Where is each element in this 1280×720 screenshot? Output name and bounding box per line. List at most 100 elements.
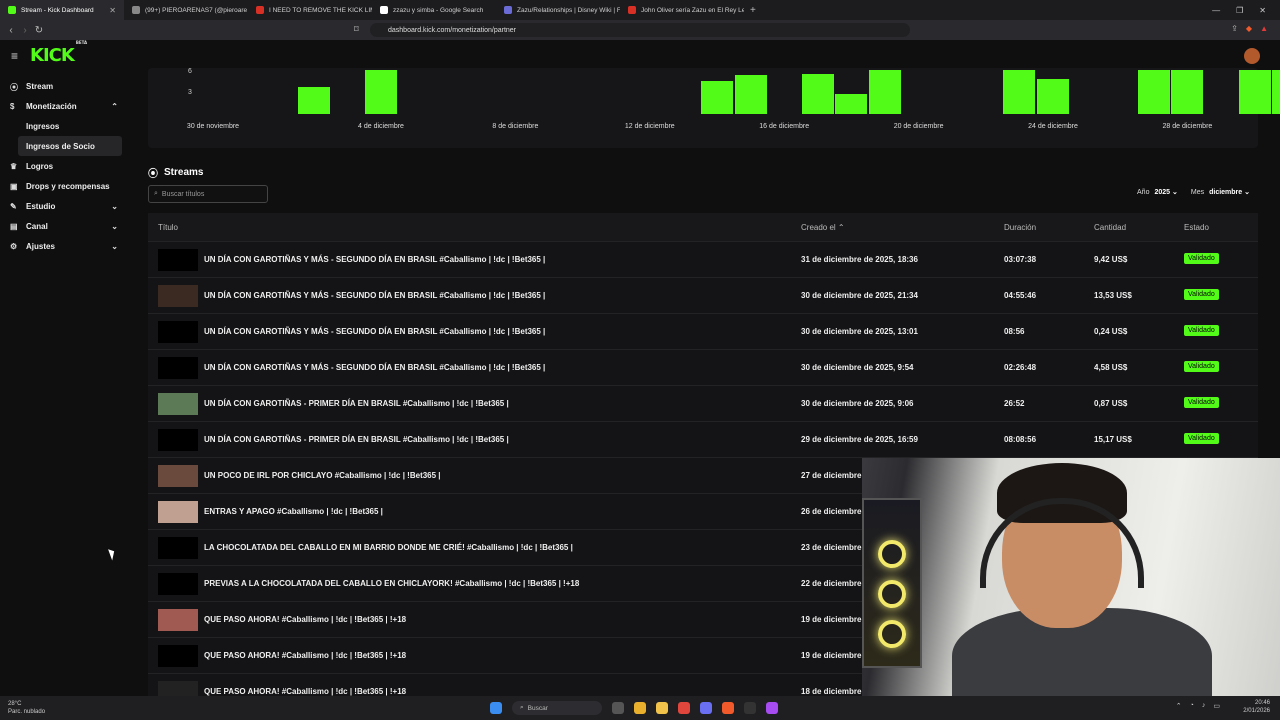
stream-title[interactable]: LA CHOCOLATADA DEL CABALLO EN MI BARRIO … <box>204 543 573 552</box>
bookmark-icon[interactable]: ⌑ <box>354 24 359 35</box>
col-status[interactable]: Estado <box>1184 223 1209 232</box>
app-icon[interactable] <box>678 702 690 714</box>
stream-thumbnail[interactable] <box>158 501 198 523</box>
obs-icon[interactable] <box>744 702 756 714</box>
table-row[interactable]: UN DÍA CON GAROTIÑAS Y MÁS - SEGUNDO DÍA… <box>148 277 1258 313</box>
stream-thumbnail[interactable] <box>158 609 198 631</box>
search-input[interactable]: ⌕ Buscar títulos <box>148 185 268 203</box>
back-icon[interactable]: ‹ <box>4 25 18 36</box>
weather-widget[interactable]: 28°C Parc. nublado <box>8 700 45 716</box>
taskbar-search[interactable]: ⌕ Buscar <box>512 701 602 715</box>
task-view-icon[interactable] <box>612 702 624 714</box>
table-row[interactable]: UN DÍA CON GAROTIÑAS Y MÁS - SEGUNDO DÍA… <box>148 313 1258 349</box>
stream-title[interactable]: UN DÍA CON GAROTIÑAS - PRIMER DÍA EN BRA… <box>204 435 509 444</box>
url-field[interactable]: dashboard.kick.com/monetization/partner <box>370 23 910 37</box>
stream-title[interactable]: UN POCO DE IRL POR CHICLAYO #Caballismo … <box>204 471 441 480</box>
chart-bar[interactable] <box>835 93 868 114</box>
sidebar-item-estudio[interactable]: ✎ Estudio ⌄ <box>0 196 130 216</box>
col-duration[interactable]: Duración <box>1004 223 1036 232</box>
reload-icon[interactable]: ↻ <box>32 25 46 36</box>
browser-tab[interactable]: Stream - Kick Dashboard ✕ <box>0 0 124 20</box>
stream-thumbnail[interactable] <box>158 285 198 307</box>
stream-thumbnail[interactable] <box>158 465 198 487</box>
browser-tab[interactable]: I NEED TO REMOVE THE KICK LIMITI <box>248 0 372 20</box>
stream-thumbnail[interactable] <box>158 393 198 415</box>
stream-title[interactable]: UN DÍA CON GAROTIÑAS Y MÁS - SEGUNDO DÍA… <box>204 291 545 300</box>
wifi-icon[interactable]: ◔ <box>1190 702 1194 710</box>
month-select[interactable]: diciembre ⌄ <box>1209 188 1250 196</box>
stream-thumbnail[interactable] <box>158 321 198 343</box>
hamburger-menu-icon[interactable]: ≡ <box>11 49 18 63</box>
stream-thumbnail[interactable] <box>158 357 198 379</box>
table-row[interactable]: UN DÍA CON GAROTIÑAS - PRIMER DÍA EN BRA… <box>148 385 1258 421</box>
chart-bar[interactable] <box>1003 70 1036 114</box>
avatar[interactable] <box>1244 48 1260 64</box>
chart-bar[interactable] <box>365 70 397 114</box>
col-title[interactable]: Título <box>158 223 178 232</box>
chart-bar[interactable] <box>1171 70 1204 114</box>
stream-title[interactable]: UN DÍA CON GAROTIÑAS - PRIMER DÍA EN BRA… <box>204 399 509 408</box>
rewards-icon[interactable]: ▲ <box>1260 24 1268 33</box>
chevron-up-icon[interactable]: ⌃ <box>1176 702 1182 710</box>
browser-tab[interactable]: John Oliver sería Zazu en El Rey León <box>620 0 744 20</box>
folder-icon[interactable] <box>656 702 668 714</box>
windows-start-icon[interactable] <box>490 702 502 714</box>
stream-title[interactable]: QUE PASO AHORA! #Caballismo | !dc | !Bet… <box>204 687 406 696</box>
table-row[interactable]: UN DÍA CON GAROTIÑAS Y MÁS - SEGUNDO DÍA… <box>148 349 1258 385</box>
brave-icon[interactable] <box>722 702 734 714</box>
stream-title[interactable]: UN DÍA CON GAROTIÑAS Y MÁS - SEGUNDO DÍA… <box>204 363 545 372</box>
battery-icon[interactable]: ▭ <box>1213 702 1220 710</box>
table-row[interactable]: UN DÍA CON GAROTIÑAS - PRIMER DÍA EN BRA… <box>148 421 1258 457</box>
stream-thumbnail[interactable] <box>158 537 198 559</box>
chart-bar[interactable] <box>701 80 733 114</box>
stream-title[interactable]: UN DÍA CON GAROTIÑAS Y MÁS - SEGUNDO DÍA… <box>204 255 545 264</box>
clock[interactable]: 20:46 2/01/2026 <box>1243 699 1270 715</box>
browser-tab[interactable]: Zazu/Relationships | Disney Wiki | Fa <box>496 0 620 20</box>
chart-bar[interactable] <box>1037 79 1069 114</box>
new-tab-button[interactable]: + <box>744 5 762 16</box>
stream-thumbnail[interactable] <box>158 249 198 271</box>
kick-logo[interactable]: KICKBETA <box>30 40 87 66</box>
col-created[interactable]: Creado el ⌃ <box>801 223 845 232</box>
share-icon[interactable]: ⇪ <box>1231 24 1238 33</box>
year-select[interactable]: 2025 ⌄ <box>1154 188 1177 196</box>
table-row[interactable]: UN DÍA CON GAROTIÑAS Y MÁS - SEGUNDO DÍA… <box>148 241 1258 277</box>
browser-tab[interactable]: zzazu y simba - Google Search <box>372 0 496 20</box>
minimize-icon[interactable]: — <box>1212 6 1220 15</box>
stream-thumbnail[interactable] <box>158 645 198 667</box>
close-icon[interactable]: ✕ <box>1259 6 1266 15</box>
sidebar-subitem[interactable]: Ingresos <box>0 116 130 136</box>
sidebar-item-canal[interactable]: ▤ Canal ⌄ <box>0 216 130 236</box>
sidebar-item-ajustes[interactable]: ⚙ Ajustes ⌄ <box>0 236 130 256</box>
chrome-icon[interactable] <box>634 702 646 714</box>
stream-title[interactable]: ENTRAS Y APAGO #Caballismo | !dc | !Bet3… <box>204 507 383 516</box>
sidebar-subitem[interactable]: Ingresos de Socio <box>18 136 122 156</box>
stream-title[interactable]: UN DÍA CON GAROTIÑAS Y MÁS - SEGUNDO DÍA… <box>204 327 545 336</box>
browser-tab[interactable]: (99+) PIEROARENAS7 (@pieroare <box>124 0 248 20</box>
sidebar-item-monetización[interactable]: $ Monetización ⌃ <box>0 96 130 116</box>
volume-icon[interactable]: ♪ <box>1202 702 1206 710</box>
discord-icon[interactable] <box>700 702 712 714</box>
stream-title[interactable]: QUE PASO AHORA! #Caballismo | !dc | !Bet… <box>204 651 406 660</box>
chart-bar[interactable] <box>869 70 901 114</box>
messenger-icon[interactable] <box>766 702 778 714</box>
sidebar-item-stream[interactable]: ⦿ Stream <box>0 76 130 96</box>
forward-icon[interactable]: › <box>18 25 32 36</box>
chart-bar[interactable] <box>1272 70 1280 114</box>
sidebar-item-logros[interactable]: ♛ Logros <box>0 156 130 176</box>
stream-title[interactable]: QUE PASO AHORA! #Caballismo | !dc | !Bet… <box>204 615 406 624</box>
chart-bar[interactable] <box>734 75 767 114</box>
chart-bar[interactable] <box>297 87 330 114</box>
chart-bar[interactable] <box>1238 70 1271 114</box>
chart-bar[interactable] <box>801 73 834 114</box>
stream-title[interactable]: PREVIAS A LA CHOCOLATADA DEL CABALLO EN … <box>204 579 579 588</box>
maximize-icon[interactable]: ❐ <box>1236 6 1243 15</box>
sidebar-item-drops[interactable]: ▣ Drops y recompensas <box>0 176 130 196</box>
chart-bar[interactable] <box>1137 70 1170 114</box>
brave-shield-icon[interactable]: ◆ <box>1246 24 1252 33</box>
streams-heading: ⦿ Streams <box>148 167 204 180</box>
stream-thumbnail[interactable] <box>158 429 198 451</box>
col-amount[interactable]: Cantidad <box>1094 223 1126 232</box>
close-tab-icon[interactable]: ✕ <box>109 6 116 15</box>
stream-thumbnail[interactable] <box>158 573 198 595</box>
